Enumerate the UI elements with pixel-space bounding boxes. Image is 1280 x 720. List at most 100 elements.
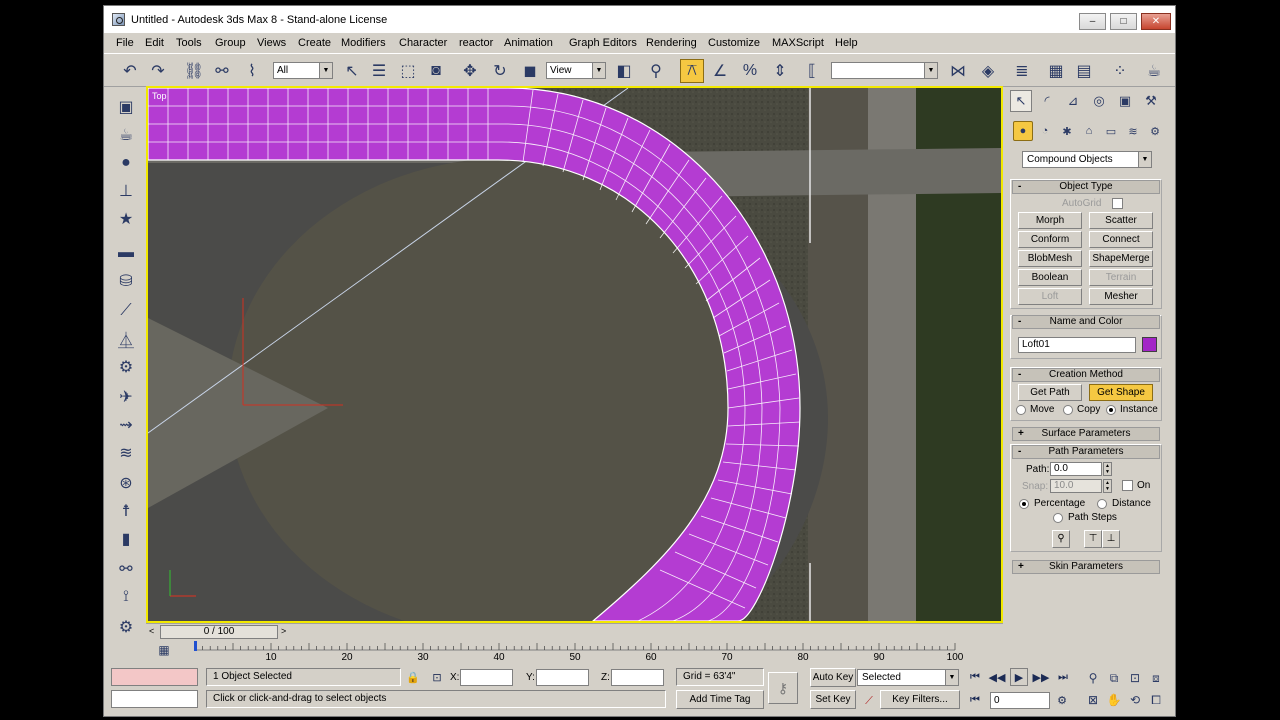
move-radio[interactable] xyxy=(1016,405,1026,415)
redo-icon[interactable]: ↷ xyxy=(146,59,170,83)
selection-filter-dropdown[interactable]: All ▼ xyxy=(273,62,333,79)
next-frame-icon[interactable]: > xyxy=(281,626,286,636)
set-key-button[interactable]: Set Key xyxy=(810,690,856,709)
create-boxes-icon[interactable]: ▣ xyxy=(114,95,138,119)
close-button[interactable]: ✕ xyxy=(1141,13,1171,30)
geometry-icon[interactable]: ● xyxy=(1013,121,1033,141)
align-icon[interactable]: ◈ xyxy=(976,59,1000,83)
time-configuration-icon[interactable]: ⚙ xyxy=(1053,691,1071,709)
create-cylinder-icon[interactable]: ⛁ xyxy=(114,269,138,293)
angle-snap-icon[interactable]: ∠ xyxy=(708,59,732,83)
path-input[interactable]: 0.0 xyxy=(1050,462,1102,476)
zoom-extents-all-icon[interactable]: ⧈ xyxy=(1146,668,1166,688)
snap-on-checkbox[interactable] xyxy=(1122,480,1133,491)
window-crossing-icon[interactable]: ◙ xyxy=(424,59,448,83)
category-dropdown[interactable]: Compound Objects ▼ xyxy=(1022,151,1152,168)
named-selection-dropdown[interactable]: ▼ xyxy=(831,62,938,79)
space-warps-icon[interactable]: ≋ xyxy=(1123,121,1143,141)
y-coordinate-input[interactable] xyxy=(536,669,589,686)
render-scene-icon[interactable]: ☕ xyxy=(1142,59,1166,83)
key-filters-button[interactable]: Key Filters... xyxy=(880,690,960,709)
menu-animation[interactable]: Animation xyxy=(504,37,553,49)
select-and-rotate-icon[interactable]: ↻ xyxy=(488,59,512,83)
create-extended-icon[interactable]: ▬ xyxy=(114,241,138,265)
maximize-viewport-icon[interactable]: ⧠ xyxy=(1146,690,1166,710)
material-editor-icon[interactable]: ⁘ xyxy=(1108,59,1132,83)
undo-icon[interactable]: ↶ xyxy=(118,59,142,83)
create-light-icon[interactable]: ⊥ xyxy=(114,179,138,203)
key-mode-icon[interactable]: ⟋ xyxy=(860,692,878,710)
zoom-all-icon[interactable]: ⧉ xyxy=(1104,668,1124,688)
pan-view-icon[interactable]: ✋ xyxy=(1104,690,1124,710)
select-and-move-icon[interactable]: ✥ xyxy=(458,59,482,83)
surface-parameters-header[interactable]: + Surface Parameters xyxy=(1012,427,1160,441)
distance-radio[interactable] xyxy=(1097,499,1107,509)
minimize-button[interactable]: – xyxy=(1079,13,1106,30)
create-teapot-icon[interactable]: ☕ xyxy=(114,123,138,147)
menu-views[interactable]: Views xyxy=(257,37,286,49)
create-link-icon[interactable]: ⚯ xyxy=(114,557,138,581)
play-icon[interactable]: ▶ xyxy=(1010,668,1028,686)
time-slider[interactable]: < 0 / 100 > xyxy=(146,623,1003,640)
curve-editor-mini-icon[interactable]: ▦ xyxy=(156,642,172,658)
set-key-filter-icon[interactable]: ⚷ xyxy=(768,672,798,704)
snap-spinner[interactable]: ▲ ▼ xyxy=(1103,479,1112,493)
select-and-manipulate-icon[interactable]: ⚲ xyxy=(644,59,668,83)
create-wind-icon[interactable]: ⇝ xyxy=(114,413,138,437)
select-object-icon[interactable]: ↖ xyxy=(340,59,364,83)
create-biped-icon[interactable]: ☨ xyxy=(114,499,138,523)
create-pyramid-icon[interactable]: ⏅ xyxy=(114,327,138,351)
systems-icon[interactable]: ⚙ xyxy=(1145,121,1165,141)
shapes-icon[interactable]: ◔ xyxy=(1035,121,1055,141)
create-particles-icon[interactable]: ⊛ xyxy=(114,471,138,495)
curve-editor-icon[interactable]: ▦ xyxy=(1044,59,1068,83)
create-star-icon[interactable]: ★ xyxy=(114,207,138,231)
object-color-swatch[interactable] xyxy=(1142,337,1157,352)
zoom-icon[interactable]: ⚲ xyxy=(1083,668,1103,688)
create-cloth-icon[interactable]: ▮ xyxy=(114,527,138,551)
key-mode-dropdown[interactable]: Selected ▼ xyxy=(857,669,959,686)
motion-tab-icon[interactable]: ◎ xyxy=(1088,90,1110,112)
menu-help[interactable]: Help xyxy=(835,37,858,49)
menu-file[interactable]: File xyxy=(116,37,134,49)
app-logo-icon[interactable] xyxy=(112,13,125,26)
menu-group[interactable]: Group xyxy=(215,37,246,49)
boolean-button[interactable]: Boolean xyxy=(1018,269,1082,286)
terrain-button[interactable]: Terrain xyxy=(1089,269,1153,286)
x-coordinate-input[interactable] xyxy=(460,669,513,686)
menu-maxscript[interactable]: MAXScript xyxy=(772,37,824,49)
create-wave-icon[interactable]: ≋ xyxy=(114,441,138,465)
path-spinner[interactable]: ▲ ▼ xyxy=(1103,462,1112,476)
absolute-mode-icon[interactable]: ⊡ xyxy=(428,668,446,686)
maxscript-listener-white[interactable] xyxy=(111,690,198,708)
autogrid-checkbox[interactable] xyxy=(1112,198,1123,209)
pick-shape-icon[interactable]: ⚲ xyxy=(1052,530,1070,548)
zoom-extents-icon[interactable]: ⊡ xyxy=(1125,668,1145,688)
top-viewport[interactable]: Top xyxy=(146,86,1003,623)
create-helper-icon[interactable]: ✈ xyxy=(114,385,138,409)
next-key-icon[interactable]: ▶▶ xyxy=(1032,668,1050,686)
menu-tools[interactable]: Tools xyxy=(176,37,202,49)
maxscript-listener-pink[interactable] xyxy=(111,668,198,686)
next-shape-icon[interactable]: ⊥ xyxy=(1102,530,1120,548)
viewport-label[interactable]: Top xyxy=(152,91,167,101)
create-capsule-icon[interactable]: ⟋ xyxy=(114,299,138,323)
path-steps-radio[interactable] xyxy=(1053,513,1063,523)
scatter-button[interactable]: Scatter xyxy=(1089,212,1153,229)
render-settings-icon[interactable]: ⚙ xyxy=(114,615,138,639)
conform-button[interactable]: Conform xyxy=(1018,231,1082,248)
lock-icon[interactable]: 🔒 xyxy=(404,668,422,686)
menu-reactor[interactable]: reactor xyxy=(459,37,493,49)
percent-snap-icon[interactable]: % xyxy=(738,59,762,83)
previous-frame-icon[interactable]: < xyxy=(149,626,154,636)
create-sphere-icon[interactable]: ● xyxy=(114,151,138,175)
snap-toggle-icon[interactable]: ⚻ xyxy=(680,59,704,83)
time-slider-thumb[interactable]: 0 / 100 xyxy=(160,625,278,639)
menu-character[interactable]: Character xyxy=(399,37,447,49)
mesher-button[interactable]: Mesher xyxy=(1089,288,1153,305)
current-frame-input[interactable]: 0 xyxy=(990,692,1050,709)
creation-method-header[interactable]: - Creation Method xyxy=(1012,368,1160,382)
menu-customize[interactable]: Customize xyxy=(708,37,760,49)
create-gear-icon[interactable]: ⚙ xyxy=(114,355,138,379)
hierarchy-tab-icon[interactable]: ⊿ xyxy=(1062,90,1084,112)
